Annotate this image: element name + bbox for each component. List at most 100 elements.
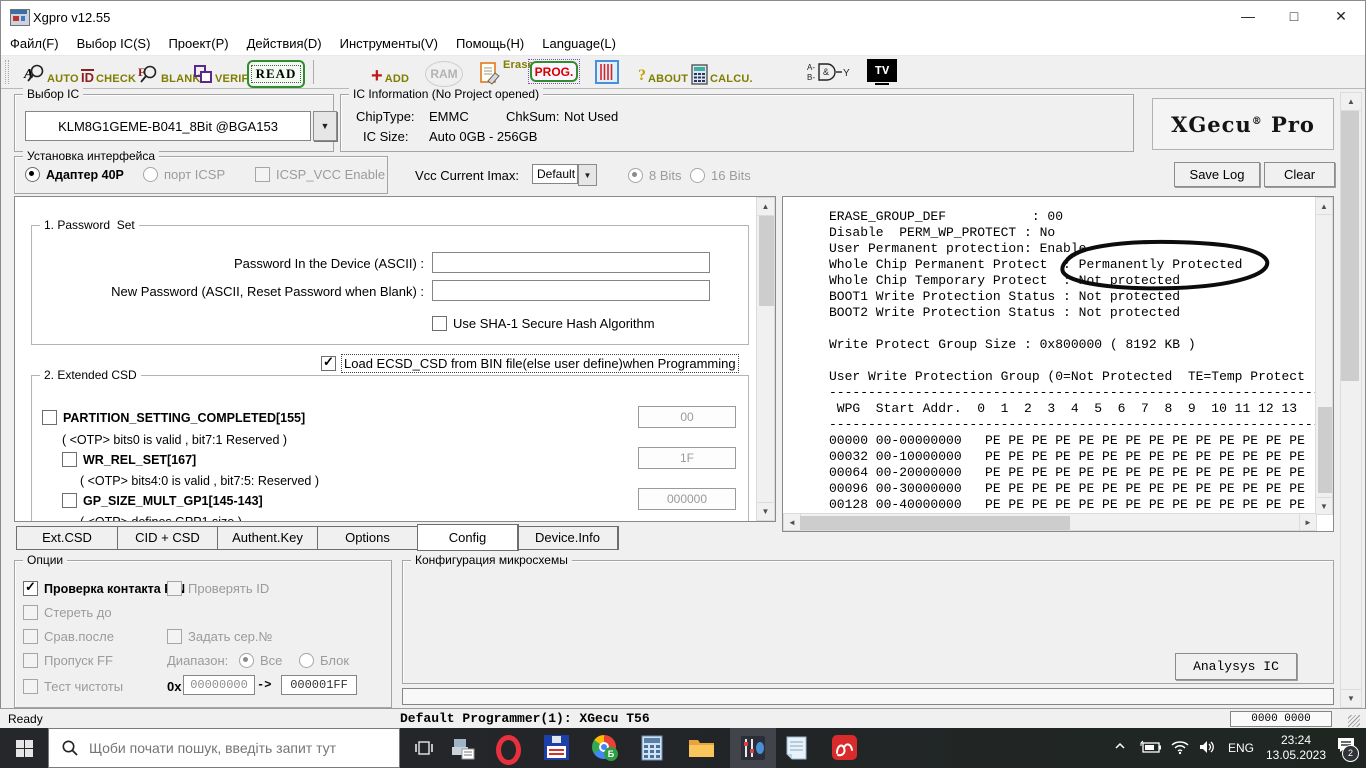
log-scroll-right[interactable]: ► <box>1299 513 1317 531</box>
ic-select-combobox[interactable]: KLM8G1GEME-B041_8Bit @BGA153 <box>25 111 311 141</box>
log-scroll-left[interactable]: ◄ <box>783 513 801 531</box>
window-scroll-thumb[interactable] <box>1341 111 1359 381</box>
ecsd-item-1-value[interactable]: 1F <box>638 447 736 469</box>
ecsd-item-2-checkbox[interactable]: GP_SIZE_MULT_GP1[145-143] <box>62 493 263 508</box>
ecsd-item-2-value[interactable]: 000000 <box>638 488 736 510</box>
adapter-40p-radio[interactable]: Адаптер 40P <box>25 167 124 182</box>
icsp-port-radio[interactable]: порт ICSP <box>143 167 225 182</box>
sha1-checkbox[interactable]: Use SHA-1 Secure Hash Algorithm <box>432 316 655 331</box>
resize-grip[interactable] <box>1348 715 1360 727</box>
bits16-radio[interactable]: 16 Bits <box>690 168 751 183</box>
ecsd-item-0-checkbox[interactable]: PARTITION_SETTING_COMPLETED[155] <box>42 410 305 425</box>
task-view-button[interactable] <box>402 728 446 768</box>
tray-volume[interactable] <box>1198 739 1218 760</box>
menu-item-actions[interactable]: Действия(D) <box>238 36 331 51</box>
taskbar-app-opera[interactable] <box>496 735 521 765</box>
purity-test-checkbox[interactable]: Тест чистоты <box>23 679 123 694</box>
clear-button[interactable]: Clear <box>1264 162 1335 187</box>
tray-battery[interactable] <box>1140 740 1162 759</box>
taskbar-app-calculator[interactable] <box>640 735 664 766</box>
addr-to-input[interactable] <box>281 675 357 695</box>
chip-icon-button[interactable] <box>595 60 619 84</box>
password-device-input[interactable] <box>432 252 710 273</box>
tab-authent-key[interactable]: Authent.Key <box>217 526 319 550</box>
load-ecsd-checkbox[interactable]: Load ECSD_CSD from BIN file(else user de… <box>321 355 738 372</box>
vcc-imax-select[interactable]: Default <box>532 164 578 184</box>
menu-item-tools[interactable]: Инструменты(V) <box>331 36 447 51</box>
logic-gate-button[interactable]: A-B-&Y <box>807 61 855 88</box>
tab-extcsd[interactable]: Ext.CSD <box>16 526 119 550</box>
menu-item-help[interactable]: Помощь(H) <box>447 36 533 51</box>
taskbar-app-floppy[interactable] <box>544 735 569 760</box>
log-scroll-thumb[interactable] <box>1318 407 1332 493</box>
minimize-button[interactable]: — <box>1225 1 1271 32</box>
check-id-checkbox[interactable]: Проверять ID <box>167 581 269 596</box>
taskbar-app-explorer[interactable] <box>688 736 715 764</box>
window-scroll-down[interactable]: ▼ <box>1340 689 1362 708</box>
skip-ff-checkbox[interactable]: Пропуск FF <box>23 653 113 668</box>
check-button[interactable]: ID CHECK <box>81 59 136 85</box>
menu-item-file[interactable]: Файл(F) <box>1 36 68 51</box>
notification-center-button[interactable]: 2 <box>1336 736 1356 759</box>
erase-before-checkbox[interactable]: Стереть до <box>23 605 112 620</box>
auto-button[interactable]: A AUTO <box>23 59 79 85</box>
icsp-vcc-checkbox[interactable]: ICSP_VCC Enable <box>255 167 385 182</box>
range-block-radio[interactable]: Блок <box>299 653 349 668</box>
ecsd-item-2-note: ( <OTP> defines GPP1 size ) <box>80 515 242 522</box>
erase-button[interactable]: Erase <box>479 59 534 85</box>
taskbar-app-notepad[interactable] <box>784 735 809 766</box>
add-button[interactable]: + ADD <box>371 59 409 85</box>
ecsd-item-1-checkbox[interactable]: WR_REL_SET[167] <box>62 452 196 467</box>
config-panel-scroll-up[interactable]: ▲ <box>756 197 775 216</box>
ecsd-item-0-value[interactable]: 00 <box>638 406 736 428</box>
tab-options[interactable]: Options <box>317 526 419 550</box>
log-scroll-down[interactable]: ▼ <box>1315 497 1333 515</box>
taskbar-app-acrobat[interactable] <box>832 735 857 760</box>
log-scroll-up[interactable]: ▲ <box>1315 197 1333 215</box>
taskbar-app-chrome[interactable]: Б <box>592 735 616 759</box>
calcu-button[interactable]: CALCU. <box>691 59 753 85</box>
pin-check-checkbox[interactable]: Проверка контакта PIN <box>23 581 185 596</box>
menu-item-project[interactable]: Проект(P) <box>159 36 237 51</box>
taskbar: Б <box>0 728 1366 768</box>
read-button[interactable]: READ <box>247 60 305 88</box>
menu-item-select-ic[interactable]: Выбор IC(S) <box>68 36 160 51</box>
tv-button[interactable]: TV <box>867 59 897 82</box>
prog-button[interactable]: PROG. <box>528 59 580 84</box>
save-log-button[interactable]: Save Log <box>1174 162 1260 187</box>
search-input[interactable] <box>87 739 371 757</box>
about-button[interactable]: ? ABOUT <box>638 59 688 85</box>
maximize-button[interactable]: □ <box>1271 1 1317 32</box>
config-panel-scroll-down[interactable]: ▼ <box>756 502 775 521</box>
addr-from-input[interactable] <box>183 675 255 695</box>
set-serial-checkbox[interactable]: Задать сер.№ <box>167 629 272 644</box>
password-new-input[interactable] <box>432 280 710 301</box>
tab-cid-csd[interactable]: CID + CSD <box>117 526 219 550</box>
tray-wifi[interactable] <box>1170 739 1190 760</box>
tab-device-info[interactable]: Device.Info <box>517 526 619 550</box>
blank-button[interactable]: F BLANK <box>137 59 201 85</box>
taskbar-search[interactable] <box>48 728 400 768</box>
range-all-radio[interactable]: Все <box>239 653 282 668</box>
tab-config[interactable]: Config <box>417 524 519 551</box>
menu-item-language[interactable]: Language(L) <box>533 36 625 51</box>
xgecu-logo: XGecu® Pro <box>1152 98 1334 150</box>
ram-button[interactable]: RAM <box>425 61 463 87</box>
taskbar-app-scanner[interactable] <box>450 735 476 766</box>
close-button[interactable]: ✕ <box>1317 1 1365 32</box>
start-button[interactable] <box>0 728 48 768</box>
tray-language[interactable]: ENG <box>1228 741 1254 755</box>
bits8-radio[interactable]: 8 Bits <box>628 168 682 183</box>
window-scroll-up[interactable]: ▲ <box>1340 92 1362 111</box>
clock[interactable]: 23:24 13.05.2023 <box>1258 733 1334 763</box>
analyze-ic-button[interactable]: Analysys IC <box>1175 653 1297 680</box>
ic-select-dropdown-button[interactable]: ▼ <box>313 111 337 141</box>
taskbar-app-xgpro-active[interactable] <box>730 728 776 768</box>
config-panel-scroll-thumb[interactable] <box>759 216 774 306</box>
tray-chevron-button[interactable] <box>1112 738 1128 759</box>
log-hscroll-thumb[interactable] <box>800 516 1070 530</box>
vcc-dropdown-button[interactable]: ▼ <box>578 164 597 186</box>
range-arrow: -> <box>257 678 271 692</box>
config-panel: 1. Password Set Password In the Device (… <box>14 196 776 522</box>
compare-after-checkbox[interactable]: Срав.после <box>23 629 114 644</box>
